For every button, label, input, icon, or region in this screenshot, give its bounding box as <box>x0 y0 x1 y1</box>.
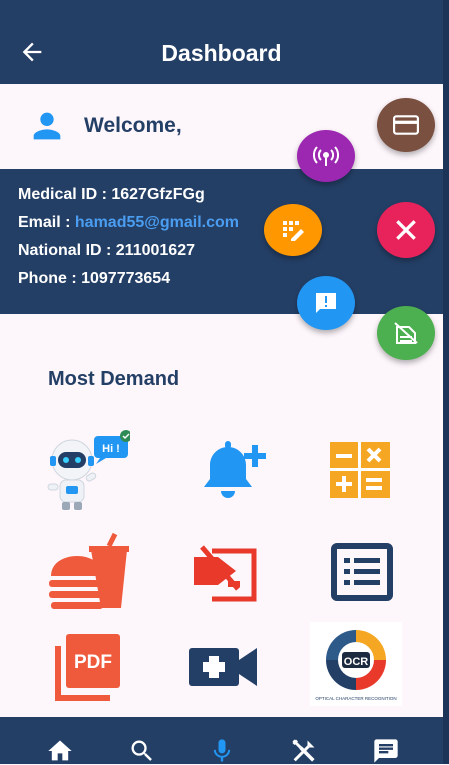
email-row: Email : hamad55@gmail.com <box>18 213 239 233</box>
tile-list[interactable] <box>316 530 408 614</box>
email-label: Email : <box>18 214 75 231</box>
phone-value: 1097773654 <box>81 270 171 287</box>
no-sim-fab[interactable] <box>377 306 435 360</box>
pdf-icon: PDF <box>55 634 120 701</box>
tile-chatbot[interactable]: Hi ! <box>38 428 130 512</box>
ocr-caption: OPTICAL CHARACTER RECOGNITION <box>315 696 396 701</box>
broadcast-fab[interactable] <box>297 130 355 182</box>
calculator-icon <box>330 442 390 498</box>
broadcast-icon <box>313 146 339 166</box>
close-icon <box>396 220 416 240</box>
app-bar: Dashboard <box>0 0 443 84</box>
message-alert-icon <box>316 293 336 313</box>
tile-reminder[interactable] <box>188 428 280 512</box>
scan-tag-icon <box>194 545 257 602</box>
pdf-text: PDF <box>74 652 112 673</box>
bell-plus-icon <box>204 441 266 498</box>
burger-drink-icon <box>49 532 129 609</box>
mic-icon[interactable] <box>208 737 236 765</box>
national-id-label: National ID : <box>18 242 116 259</box>
message-fab[interactable] <box>297 276 355 330</box>
national-id-row: National ID : 211001627 <box>18 241 195 261</box>
search-icon[interactable] <box>128 737 156 765</box>
ocr-icon: OCR OPTICAL CHARACTER RECOGNITION <box>310 622 402 706</box>
chat-icon[interactable] <box>372 737 400 765</box>
welcome-text: Welcome, <box>84 114 182 137</box>
user-info-panel: Medical ID : 1627GfzFGg Email : hamad55@… <box>0 169 443 314</box>
tile-food[interactable] <box>42 530 134 614</box>
ocr-text: OCR <box>344 656 369 668</box>
person-icon <box>33 112 61 140</box>
medical-id-row: Medical ID : 1627GfzFGg <box>18 185 205 205</box>
credit-card-icon <box>393 115 419 135</box>
dialpad-edit-icon <box>283 221 304 241</box>
tile-scan[interactable] <box>176 530 268 614</box>
page-title: Dashboard <box>161 40 282 66</box>
medical-id-value: 1627GfzFGg <box>111 186 205 203</box>
dialpad-fab[interactable] <box>264 204 322 256</box>
phone-row: Phone : 1097773654 <box>18 269 170 289</box>
medical-id-label: Medical ID : <box>18 186 112 203</box>
email-link[interactable]: hamad55@gmail.com <box>75 214 239 231</box>
section-title: Most Demand <box>48 368 180 390</box>
right-edge <box>443 0 449 764</box>
tile-calculator[interactable] <box>314 428 406 512</box>
tile-ocr[interactable]: OCR OPTICAL CHARACTER RECOGNITION <box>310 622 402 706</box>
card-fab[interactable] <box>377 98 435 152</box>
list-icon <box>331 543 393 601</box>
tools-icon[interactable] <box>290 737 318 765</box>
tile-pdf[interactable]: PDF <box>38 622 130 706</box>
video-plus-icon <box>189 648 257 686</box>
close-fab[interactable] <box>377 202 435 258</box>
no-sim-icon <box>394 322 418 344</box>
phone-label: Phone : <box>18 270 82 287</box>
home-icon[interactable] <box>46 737 74 765</box>
national-id-value: 211001627 <box>115 242 195 259</box>
robot-bubble-text: Hi ! <box>102 443 120 455</box>
tile-video-call[interactable] <box>172 622 264 706</box>
robot-icon: Hi ! <box>47 430 130 510</box>
bottom-nav <box>0 717 443 764</box>
